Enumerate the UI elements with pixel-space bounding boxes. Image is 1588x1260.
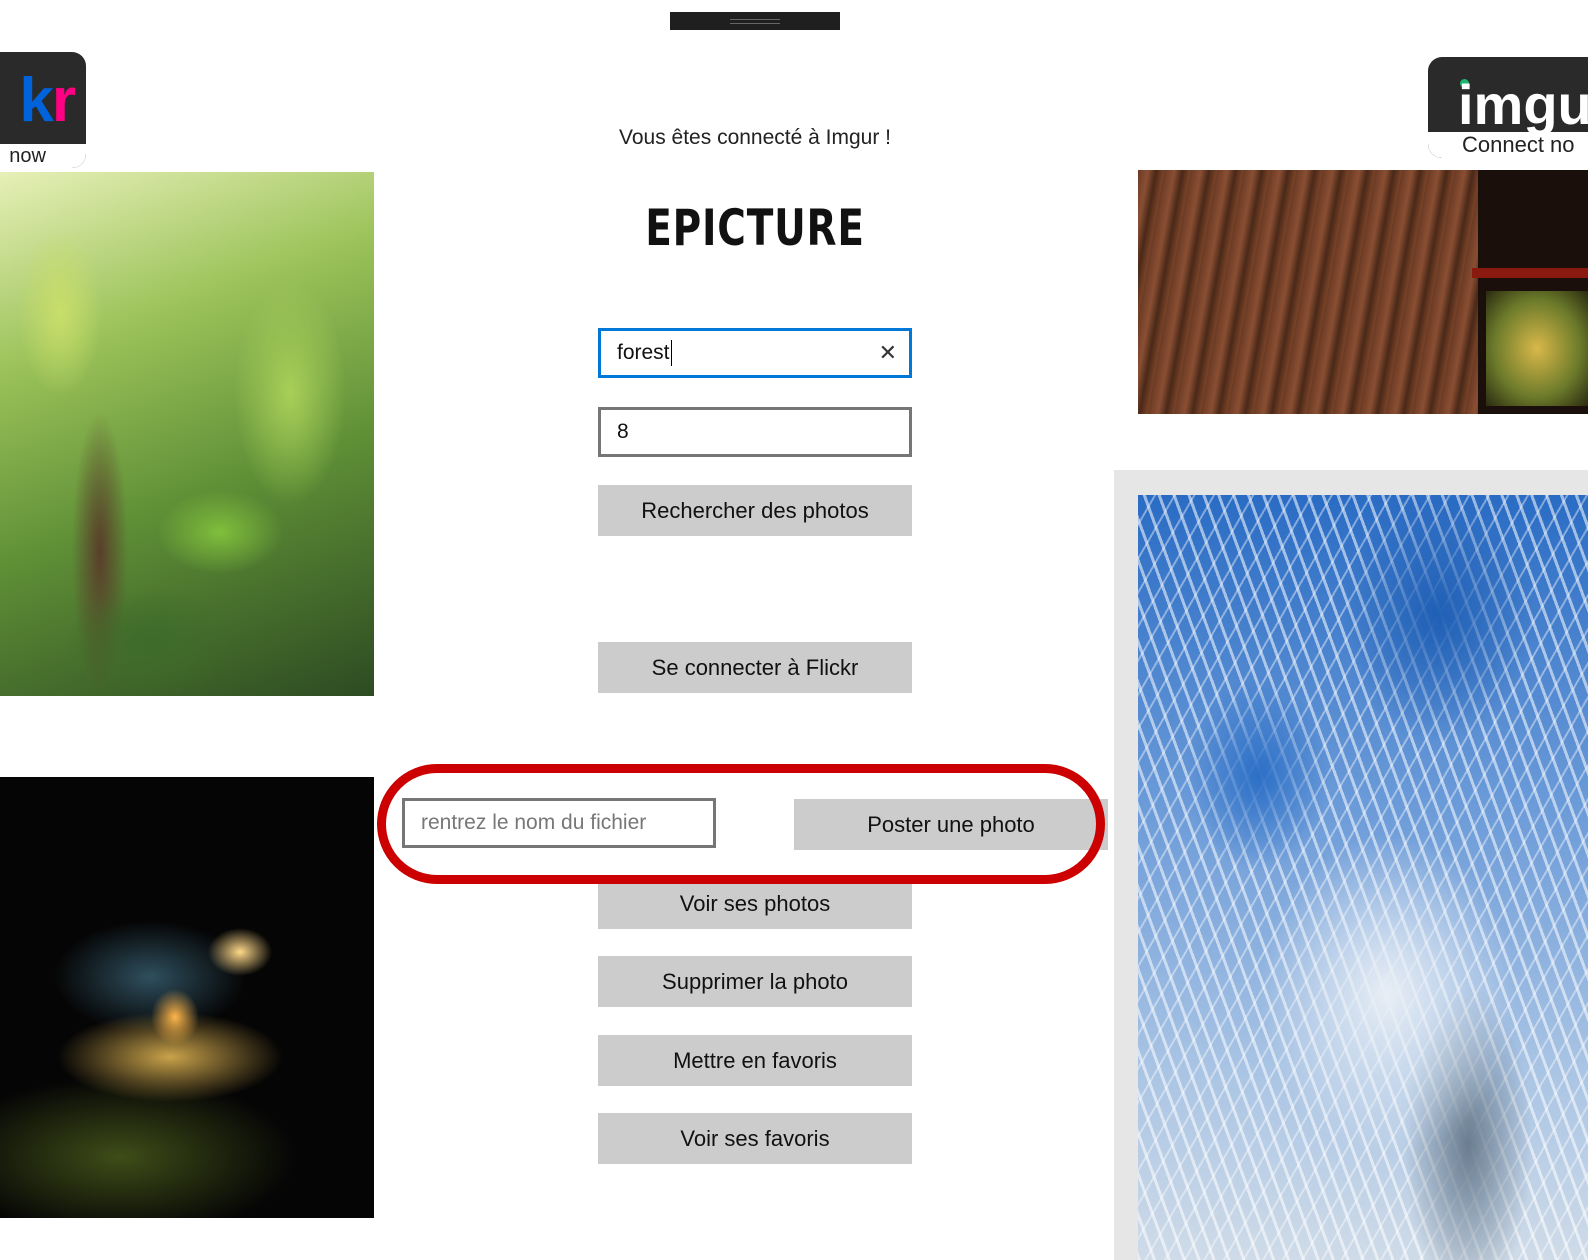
- delete-photo-button[interactable]: Supprimer la photo: [598, 956, 912, 1007]
- app-title: EPICTURE: [645, 199, 865, 257]
- grip-icon: [730, 19, 780, 24]
- photo-count-value: 8: [617, 420, 629, 443]
- imgur-logo[interactable]: imgu Connect no: [1428, 57, 1588, 158]
- photo-redwood-tree[interactable]: [1138, 170, 1588, 414]
- photo-frosted-trees[interactable]: [1138, 495, 1588, 1260]
- post-photo-button[interactable]: Poster une photo: [794, 799, 1108, 850]
- photo-detail-roof: [1472, 268, 1588, 278]
- photo-detail-window: [1480, 285, 1588, 412]
- connection-status: Vous êtes connecté à Imgur !: [619, 126, 891, 149]
- filename-placeholder: rentrez le nom du fichier: [421, 811, 647, 834]
- view-photos-button[interactable]: Voir ses photos: [598, 878, 912, 929]
- search-input-value: forest: [617, 341, 670, 364]
- window-drag-handle[interactable]: [670, 12, 840, 30]
- search-input[interactable]: forest ✕: [598, 328, 912, 378]
- photo-banana-plant[interactable]: [0, 172, 374, 696]
- imgur-logo-word: imgu: [1458, 73, 1588, 136]
- text-caret: [670, 340, 672, 367]
- flickr-logo-tagline: now: [0, 144, 86, 168]
- search-photos-button[interactable]: Rechercher des photos: [598, 485, 912, 536]
- add-favorite-button[interactable]: Mettre en favoris: [598, 1035, 912, 1086]
- flickr-logo-word: kr: [19, 66, 76, 135]
- flickr-logo[interactable]: kr now: [0, 52, 86, 168]
- photo-count-input[interactable]: 8: [598, 407, 912, 457]
- imgur-logo-tagline: Connect no: [1428, 132, 1588, 158]
- filename-input[interactable]: rentrez le nom du fichier: [402, 798, 716, 848]
- view-favorites-button[interactable]: Voir ses favoris: [598, 1113, 912, 1164]
- close-icon[interactable]: ✕: [879, 331, 897, 375]
- photo-night-house[interactable]: [0, 777, 374, 1218]
- connect-flickr-button[interactable]: Se connecter à Flickr: [598, 642, 912, 693]
